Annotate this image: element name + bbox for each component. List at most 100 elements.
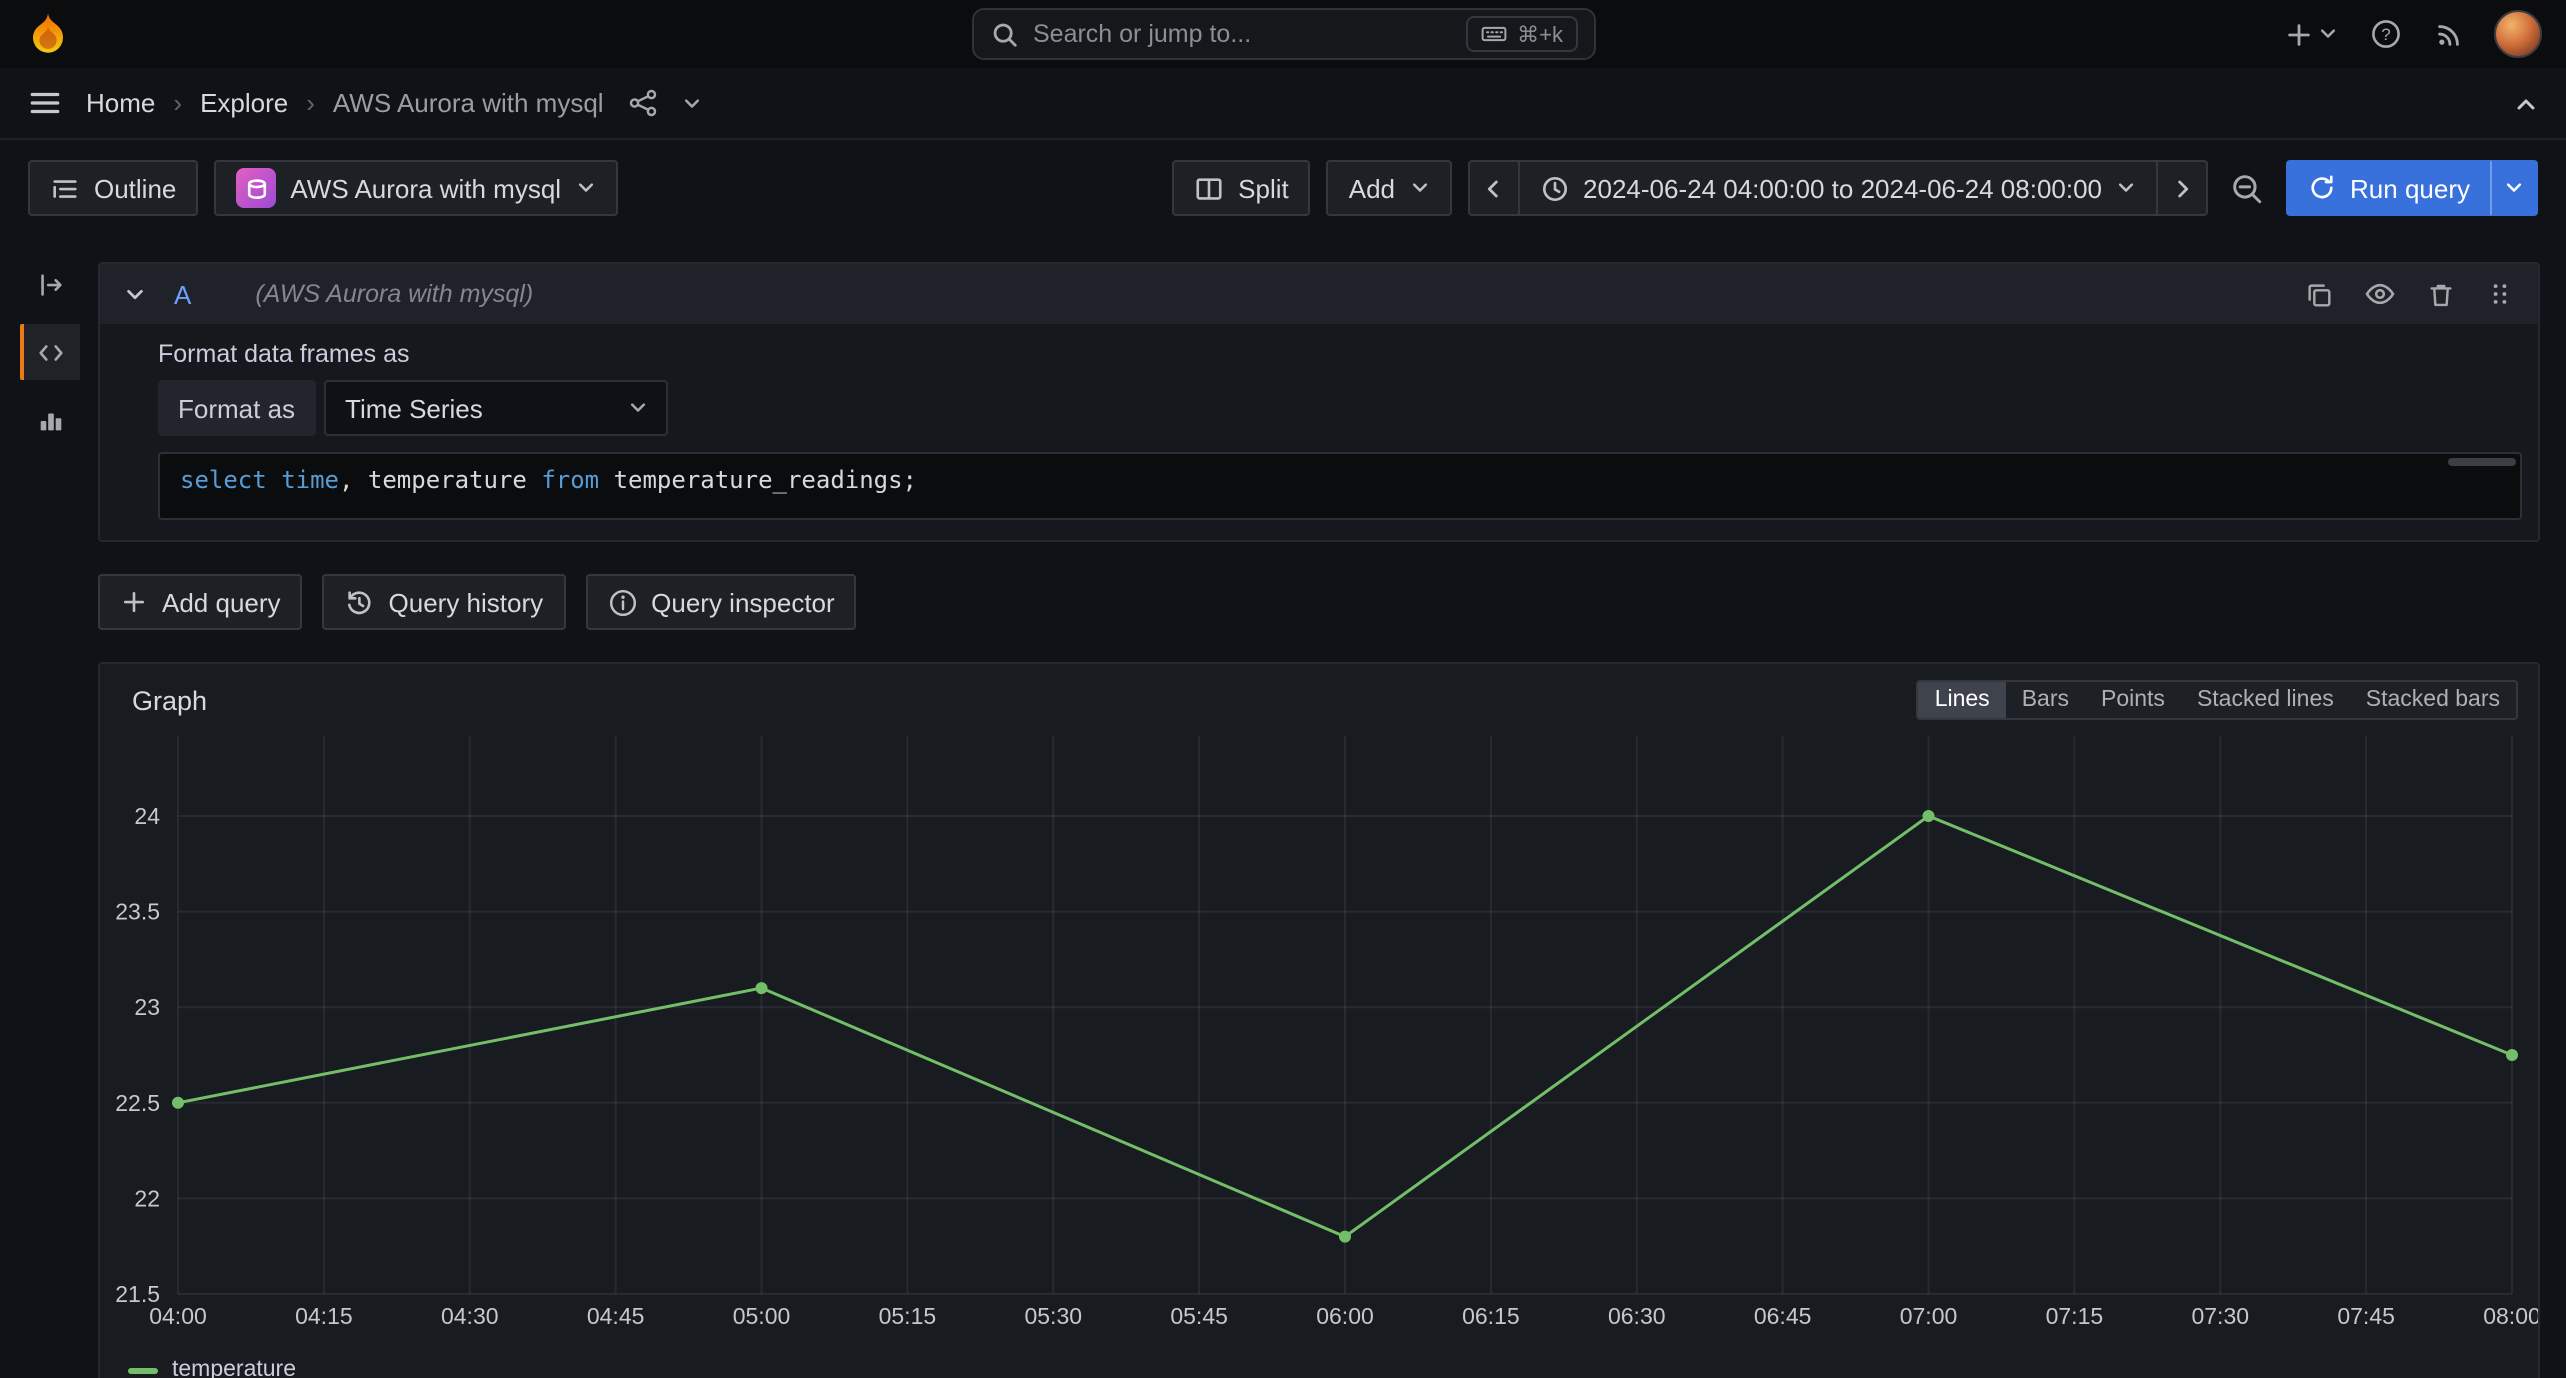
user-avatar[interactable] — [2494, 10, 2542, 58]
query-row-header[interactable]: A (AWS Aurora with mysql) — [100, 264, 2538, 324]
add-query-button[interactable]: Add query — [98, 574, 303, 630]
svg-text:07:15: 07:15 — [2046, 1303, 2104, 1329]
explore-content: A (AWS Aurora with mysql) — [98, 232, 2566, 1378]
time-range-button[interactable]: 2024-06-24 04:00:00 to 2024-06-24 08:00:… — [1517, 160, 2158, 216]
format-select-value: Time Series — [345, 393, 483, 423]
outline-pane-toggle[interactable] — [19, 256, 79, 312]
query-inspector-button[interactable]: Query inspector — [585, 574, 857, 630]
run-query-button[interactable]: Run query — [2286, 160, 2492, 216]
chevron-down-icon — [1409, 178, 1429, 198]
datasource-name: AWS Aurora with mysql — [290, 173, 561, 203]
query-row-actions — [2304, 278, 2514, 310]
svg-text:06:00: 06:00 — [1316, 1303, 1374, 1329]
graph-panel-header: Graph Lines Bars Points Stacked lines St… — [100, 664, 2538, 724]
split-button-label: Split — [1238, 173, 1289, 203]
breadcrumb-caret-icon[interactable] — [682, 93, 702, 113]
svg-text:05:15: 05:15 — [879, 1303, 937, 1329]
chevron-left-icon — [1480, 175, 1506, 201]
outline-button[interactable]: Outline — [28, 160, 198, 216]
keyboard-icon — [1479, 20, 1507, 48]
add-button[interactable]: Add — [1327, 160, 1451, 216]
plus-icon — [120, 588, 148, 616]
duplicate-query-icon[interactable] — [2304, 279, 2334, 309]
refresh-icon — [2308, 174, 2336, 202]
svg-text:06:30: 06:30 — [1608, 1303, 1666, 1329]
format-as-label: Format as — [158, 380, 315, 436]
sql-editor[interactable]: select time, temperature from temperatur… — [158, 452, 2522, 520]
datasource-picker[interactable]: AWS Aurora with mysql — [214, 160, 617, 216]
hide-response-eye-icon[interactable] — [2364, 278, 2396, 310]
query-editor-panel: A (AWS Aurora with mysql) — [98, 262, 2540, 542]
breadcrumb-explore[interactable]: Explore — [200, 88, 288, 118]
time-series-chart[interactable]: 21.52222.52323.52404:0004:1504:3004:4505… — [100, 732, 2538, 1356]
chevron-right-icon — [2169, 175, 2195, 201]
svg-text:05:00: 05:00 — [733, 1303, 791, 1329]
svg-text:05:30: 05:30 — [1024, 1303, 1082, 1329]
time-shift-back-button[interactable] — [1467, 160, 1519, 216]
outline-icon — [50, 173, 80, 203]
outline-button-label: Outline — [94, 173, 176, 203]
editor-scrollbar[interactable] — [2448, 458, 2516, 466]
legend-series-label[interactable]: temperature — [172, 1358, 296, 1378]
chevron-down-icon — [627, 398, 647, 418]
viz-mode-stacked-lines[interactable]: Stacked lines — [2181, 682, 2350, 718]
svg-text:?: ? — [2381, 25, 2390, 44]
chevron-down-icon — [2116, 178, 2136, 198]
run-query-caret-button[interactable] — [2490, 160, 2538, 216]
viz-mode-bars[interactable]: Bars — [2006, 682, 2085, 718]
query-history-button[interactable]: Query history — [323, 574, 566, 630]
clock-icon — [1539, 173, 1569, 203]
breadcrumb-home[interactable]: Home — [86, 88, 155, 118]
query-datasource-note: (AWS Aurora with mysql) — [255, 280, 533, 308]
news-button[interactable] — [2432, 19, 2466, 49]
viz-mode-lines[interactable]: Lines — [1919, 682, 2006, 718]
svg-text:23: 23 — [134, 994, 160, 1020]
viz-mode-points[interactable]: Points — [2085, 682, 2181, 718]
history-icon — [345, 587, 375, 617]
search-shortcut-text: ⌘+k — [1517, 21, 1563, 47]
svg-text:04:00: 04:00 — [149, 1303, 207, 1329]
content-outline-strip — [0, 232, 98, 448]
graph-panel: Graph Lines Bars Points Stacked lines St… — [98, 662, 2540, 1378]
zoom-out-button[interactable] — [2224, 171, 2270, 205]
time-shift-forward-button[interactable] — [2156, 160, 2208, 216]
remove-query-trash-icon[interactable] — [2426, 279, 2456, 309]
query-history-label: Query history — [389, 587, 544, 617]
search-input[interactable] — [1033, 20, 1451, 48]
expand-pane-icon — [36, 269, 66, 299]
svg-text:07:00: 07:00 — [1900, 1303, 1958, 1329]
outline-queries-item[interactable] — [19, 324, 79, 380]
search-shortcut-badge: ⌘+k — [1465, 16, 1577, 52]
outline-graph-item[interactable] — [19, 392, 79, 448]
drag-handle-icon[interactable] — [2486, 280, 2514, 308]
format-select[interactable]: Time Series — [323, 380, 667, 436]
breadcrumb-current-page: AWS Aurora with mysql — [333, 88, 604, 118]
code-icon — [36, 337, 66, 367]
viz-mode-stacked-bars[interactable]: Stacked bars — [2350, 682, 2516, 718]
mega-menu-toggle[interactable] — [28, 86, 62, 120]
svg-text:04:30: 04:30 — [441, 1303, 499, 1329]
new-menu-button[interactable] — [2282, 19, 2340, 49]
zoom-out-icon — [2230, 171, 2264, 205]
chevron-down-icon — [2504, 178, 2524, 198]
bar-chart-icon — [36, 405, 66, 435]
breadcrumb-separator: › — [306, 88, 315, 118]
help-button[interactable]: ? — [2368, 18, 2404, 50]
nav-breadcrumb-row: Home › Explore › AWS Aurora with mysql — [0, 68, 2566, 140]
grafana-logo[interactable] — [24, 10, 72, 58]
rss-icon — [2434, 19, 2464, 49]
svg-text:22: 22 — [134, 1185, 160, 1211]
svg-text:06:15: 06:15 — [1462, 1303, 1520, 1329]
info-circle-icon — [607, 587, 637, 617]
collapse-header-icon[interactable] — [2514, 91, 2538, 115]
sql-query-text: select time, temperature from temperatur… — [180, 466, 917, 494]
split-button[interactable]: Split — [1172, 160, 1311, 216]
share-icon[interactable] — [628, 88, 658, 118]
plus-icon — [2284, 19, 2314, 49]
toolbar-right-actions: Split Add — [1172, 160, 2538, 216]
svg-text:07:45: 07:45 — [2337, 1303, 2395, 1329]
search-box[interactable]: ⌘+k — [971, 8, 1595, 60]
top-bar: ⌘+k ? — [0, 0, 2566, 68]
question-circle-icon: ? — [2370, 18, 2402, 50]
collapse-query-icon[interactable] — [124, 283, 146, 305]
